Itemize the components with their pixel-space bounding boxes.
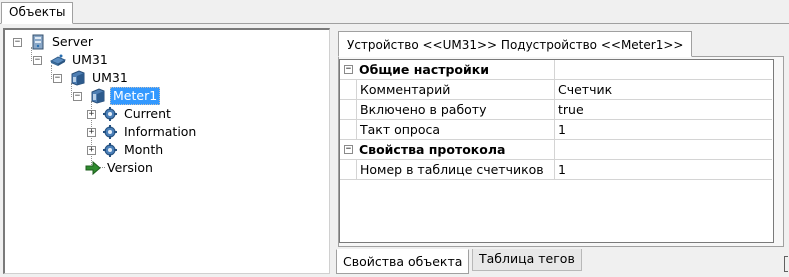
tree-node-version[interactable]: Version	[85, 159, 155, 177]
category-label: Свойства протокола	[359, 142, 506, 157]
tab-tag-table[interactable]: Таблица тегов	[472, 249, 582, 271]
collapse-toggle[interactable]: −	[344, 145, 353, 154]
pane-edge-marker	[784, 256, 788, 272]
object-tree[interactable]: − Server − UM31 − UM31 − Meter1 + Curren…	[3, 28, 330, 274]
tree-node-label: UM31	[92, 70, 128, 85]
collapse-toggle[interactable]: −	[344, 65, 353, 74]
tree-node-label: Server	[52, 34, 93, 49]
property-name: Комментарий	[356, 80, 554, 100]
row-gutter	[340, 100, 356, 120]
category-row-protocol[interactable]: − Свойства протокола	[340, 140, 772, 160]
tree-node-server[interactable]: − Server	[13, 33, 95, 51]
property-row[interactable]: Номер в таблице счетчиков 1	[340, 160, 772, 180]
tree-node-label: Version	[107, 160, 153, 175]
router-icon	[49, 52, 67, 68]
property-value[interactable]: 1	[554, 160, 772, 180]
property-value[interactable]: 1	[554, 120, 772, 140]
tab-objects[interactable]: Объекты	[1, 2, 74, 24]
meter-icon	[90, 88, 106, 104]
expand-toggle[interactable]: +	[87, 109, 96, 119]
tree-node-current[interactable]: + Current	[87, 105, 173, 123]
category-value-cell	[554, 140, 772, 160]
property-value[interactable]: true	[554, 100, 772, 120]
collapse-toggle[interactable]: −	[33, 55, 42, 65]
collapse-toggle[interactable]: −	[73, 91, 82, 101]
property-name: Номер в таблице счетчиков	[356, 160, 554, 180]
gear-icon	[102, 106, 118, 122]
tree-node-label: UM31	[72, 52, 108, 67]
property-row[interactable]: Комментарий Счетчик	[340, 80, 772, 100]
server-icon	[30, 34, 46, 50]
tree-node-label: Information	[124, 124, 197, 139]
tree-node-label: Current	[124, 106, 171, 121]
expand-toggle[interactable]: +	[87, 127, 96, 137]
tree-node-um31-router[interactable]: − UM31	[33, 51, 110, 69]
collapse-toggle[interactable]: −	[13, 37, 22, 47]
tab-device-subdevice[interactable]: Устройство <<UM31>> Подустройство <<Mete…	[338, 31, 693, 57]
row-gutter	[340, 80, 356, 100]
gear-icon	[102, 124, 118, 140]
tab-object-properties[interactable]: Свойства объекта	[336, 249, 470, 274]
category-value-cell	[554, 60, 772, 80]
tree-node-label: Month	[124, 142, 164, 157]
expand-toggle[interactable]: +	[87, 145, 96, 155]
tree-node-month[interactable]: + Month	[87, 141, 165, 159]
tree-node-label-selected: Meter1	[110, 87, 161, 105]
property-name: Такт опроса	[356, 120, 554, 140]
tree-node-um31-device[interactable]: − UM31	[53, 69, 130, 87]
properties-pane: Устройство <<UM31>> Подустройство <<Mete…	[334, 28, 789, 277]
row-gutter	[340, 160, 356, 180]
collapse-toggle[interactable]: −	[53, 73, 62, 83]
device-icon	[70, 70, 86, 86]
property-name: Включено в работу	[356, 100, 554, 120]
tree-node-information[interactable]: + Information	[87, 123, 198, 141]
category-row-general[interactable]: − Общие настройки	[340, 60, 772, 80]
arrow-icon	[85, 160, 101, 176]
tree-node-meter1[interactable]: − Meter1	[73, 87, 161, 105]
top-tab-strip: Объекты	[0, 0, 789, 24]
property-row[interactable]: Включено в работу true	[340, 100, 772, 120]
gear-icon	[102, 142, 118, 158]
row-gutter	[340, 120, 356, 140]
property-value[interactable]: Счетчик	[554, 80, 772, 100]
category-label: Общие настройки	[359, 62, 490, 77]
property-row[interactable]: Такт опроса 1	[340, 120, 772, 140]
property-grid: − Общие настройки Комментарий Счетчик Вк…	[339, 59, 774, 243]
